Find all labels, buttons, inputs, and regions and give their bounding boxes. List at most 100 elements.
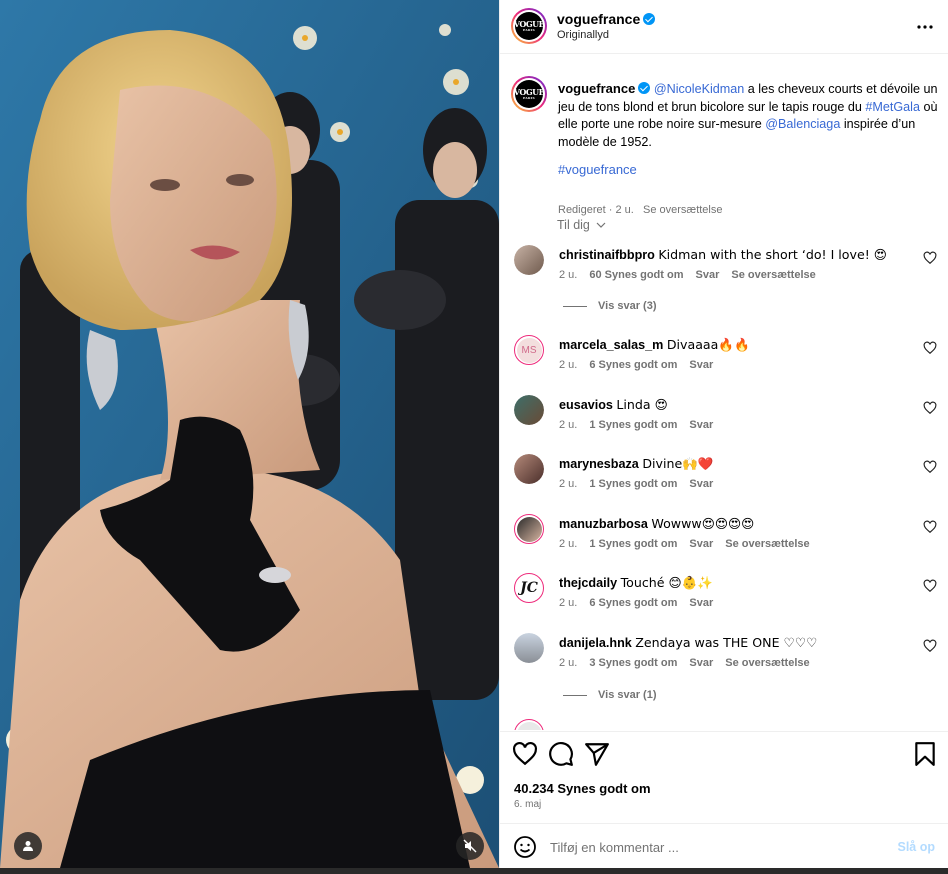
comment-meta: 2 u. 60 Synes godt om Svar Se oversættelse — [559, 269, 828, 281]
comment-text: Divine🙌❤️ — [642, 456, 714, 471]
comment-body: manuzbarbosa Wowww😍😍😍😍 — [559, 516, 754, 531]
account-username[interactable]: voguefrance — [557, 11, 640, 27]
comment-likes[interactable]: 6 Synes godt om — [589, 359, 677, 371]
comment-likes[interactable]: 1 Synes godt om — [589, 419, 677, 431]
comment-meta: 2 u. 6 Synes godt om Svar — [559, 359, 725, 371]
commenter-username[interactable]: marcela_salas_m — [559, 338, 663, 352]
mute-toggle-button[interactable] — [456, 832, 484, 860]
instagram-post-dialog: VOGUE PARIS voguefrance Originallyd VOGUE… — [0, 0, 948, 874]
emoji-icon[interactable] — [513, 835, 537, 859]
comment-likes[interactable]: 1 Synes godt om — [589, 478, 677, 490]
like-comment-heart-icon[interactable] — [923, 520, 937, 534]
commenter-username[interactable]: manuzbarbosa — [559, 517, 648, 531]
comment-body: marynesbaza Divine🙌❤️ — [559, 456, 714, 472]
more-icon — [917, 25, 933, 29]
post-media[interactable] — [0, 0, 499, 868]
see-translation-link[interactable]: Se oversættelse — [725, 657, 809, 669]
user-tag-icon — [23, 841, 33, 851]
commenter-avatar[interactable] — [514, 245, 544, 275]
view-replies-button[interactable]: Vis svar (3) — [563, 300, 657, 312]
like-comment-heart-icon[interactable] — [923, 579, 937, 593]
reply-button[interactable]: Svar — [689, 359, 713, 371]
comment-sort-dropdown[interactable]: Til dig — [557, 218, 606, 232]
mention-nicolekidman[interactable]: @NicoleKidman — [654, 82, 744, 96]
comment-icon[interactable] — [548, 741, 574, 767]
reply-button[interactable]: Svar — [689, 478, 713, 490]
like-comment-heart-icon[interactable] — [923, 639, 937, 653]
comment-text: Divaaaa🔥🔥 — [666, 337, 750, 352]
commenter-username[interactable]: thejcdaily — [559, 576, 617, 590]
commenter-username[interactable]: marynesbaza — [559, 457, 639, 471]
see-translation-link[interactable]: Se oversættelse — [731, 269, 815, 281]
caption-avatar[interactable]: VOGUE PARIS — [511, 76, 547, 112]
share-icon[interactable] — [584, 741, 610, 767]
comment-likes[interactable]: 60 Synes godt om — [589, 269, 683, 281]
caption-username[interactable]: voguefrance — [558, 81, 635, 96]
comments-scroll-area[interactable]: VOGUE PARIS voguefrance @NicoleKidman a l… — [500, 55, 948, 730]
more-options-button[interactable] — [913, 15, 937, 39]
commenter-avatar[interactable] — [514, 633, 544, 663]
comment-meta: 2 u. 1 Synes godt om Svar Se oversættelse — [559, 538, 822, 550]
commenter-avatar[interactable] — [514, 514, 544, 544]
comment-time: 2 u. — [559, 657, 578, 669]
commenter-username[interactable]: eusavios — [559, 398, 613, 412]
comment-time: 2 u. — [559, 419, 578, 431]
bookmark-icon[interactable] — [912, 741, 938, 767]
reply-button[interactable]: Svar — [689, 657, 713, 669]
view-replies-button[interactable]: Vis svar (1) — [563, 689, 657, 701]
comment-composer: Slå op — [500, 823, 948, 868]
account-avatar[interactable]: VOGUE PARIS — [511, 8, 547, 44]
like-comment-heart-icon[interactable] — [923, 460, 937, 474]
commenter-username[interactable]: christinaifbbpro — [559, 248, 655, 262]
comment-text: Kidman with the short ‘do! I love! 😍 — [658, 247, 887, 262]
mention-balenciaga[interactable]: @Balenciaga — [765, 117, 840, 131]
caption-edited-time: Redigeret · 2 u. — [558, 204, 634, 216]
heart-icon[interactable] — [512, 741, 538, 767]
reply-button[interactable]: Svar — [689, 419, 713, 431]
post-header: VOGUE PARIS voguefrance Originallyd — [500, 0, 948, 54]
commenter-avatar[interactable] — [514, 719, 544, 730]
vogue-logo: VOGUE PARIS — [514, 12, 545, 40]
commenter-avatar[interactable]: MS — [514, 335, 544, 365]
commenter-avatar[interactable] — [514, 395, 544, 425]
reply-button[interactable]: Svar — [696, 269, 720, 281]
comment-likes[interactable]: 6 Synes godt om — [589, 597, 677, 609]
audio-label[interactable]: Originallyd — [557, 29, 609, 41]
commenter-username[interactable]: danijela.hnk — [559, 636, 632, 650]
caption-text: voguefrance @NicoleKidman a les cheveux … — [558, 80, 938, 151]
comment-body: christinaifbbpro Kidman with the short ‘… — [559, 247, 887, 262]
comment-sort-label: Til dig — [557, 218, 590, 232]
hashtag-voguefrance[interactable]: #voguefrance — [558, 162, 637, 177]
like-comment-heart-icon[interactable] — [923, 251, 937, 265]
user-tag-button[interactable] — [14, 832, 42, 860]
comment-input[interactable] — [550, 836, 880, 858]
chevron-down-icon — [596, 222, 606, 228]
mute-icon — [463, 839, 477, 853]
post-video-frame — [0, 0, 499, 868]
reply-button[interactable]: Svar — [689, 538, 713, 550]
comment-meta: 2 u. 1 Synes godt om Svar — [559, 419, 725, 431]
post-side-panel: VOGUE PARIS voguefrance Originallyd VOGUE… — [499, 0, 948, 868]
see-translation-link[interactable]: Se oversættelse — [725, 538, 809, 550]
post-comment-button[interactable]: Slå op — [897, 840, 935, 854]
comment-meta: 2 u. 1 Synes godt om Svar — [559, 478, 725, 490]
verified-icon — [643, 13, 656, 25]
total-likes[interactable]: 40.234 Synes godt om — [514, 781, 651, 796]
commenter-avatar[interactable] — [514, 454, 544, 484]
comment-time: 2 u. — [559, 478, 578, 490]
see-translation-link[interactable]: Se oversættelse — [643, 204, 722, 216]
comment-likes[interactable]: 1 Synes godt om — [589, 538, 677, 550]
commenter-avatar[interactable]: JC — [514, 573, 544, 603]
post-date[interactable]: 6. maj — [514, 799, 541, 810]
comment-body: eusavios Linda 😍 — [559, 397, 668, 412]
caption-hashtag-line: #voguefrance — [558, 162, 637, 177]
account-name-line: voguefrance — [557, 11, 656, 29]
reply-button[interactable]: Svar — [689, 597, 713, 609]
page-bottom-strip — [0, 868, 948, 874]
avatar-monogram: JC — [516, 575, 542, 601]
hashtag-metgala[interactable]: #MetGala — [865, 100, 920, 114]
comment-text: Zendaya was THE ONE ♡♡♡ — [635, 635, 818, 650]
comment-likes[interactable]: 3 Synes godt om — [589, 657, 677, 669]
like-comment-heart-icon[interactable] — [923, 401, 937, 415]
like-comment-heart-icon[interactable] — [923, 341, 937, 355]
